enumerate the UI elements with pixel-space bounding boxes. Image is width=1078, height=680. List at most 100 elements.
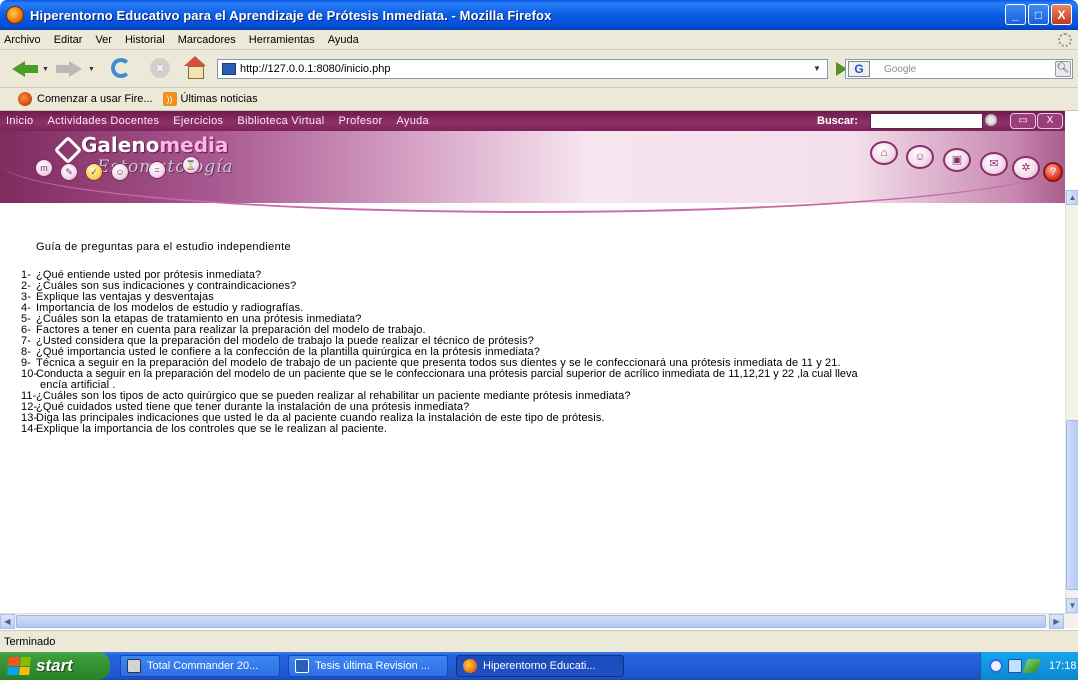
reload-button[interactable] [111,58,131,78]
stop-button[interactable]: × [150,58,170,78]
site-nav-inicio[interactable]: Inicio [6,115,33,127]
bookmark-latest-news[interactable]: )) Últimas noticias [162,92,258,106]
logo-title-b: media [159,133,229,157]
back-history-dropdown-icon[interactable]: ▼ [42,66,49,73]
menu-ver[interactable]: Ver [95,34,112,46]
site-banner: Galenomedia Estomatología m ✎ ✓ ☺ = ⌛ ⌂ … [0,131,1065,213]
site-window-button[interactable]: ▭ [1010,113,1036,129]
taskbar-item-firefox[interactable]: Hiperentorno Educati... [456,655,624,677]
search-box[interactable]: G Google 🔍︎ [845,59,1073,79]
site-nav-profesor[interactable]: Profesor [338,115,382,127]
question-list: 1- ¿Qué entiende usted por prótesis inmed… [21,270,1065,435]
site-search-label: Buscar: [817,115,858,127]
status-bar: Terminado [0,630,1078,652]
site-nav-ejercicios[interactable]: Ejercicios [173,115,223,127]
site-mail-icon[interactable]: ✉ [980,152,1008,176]
search-magnifier-icon[interactable]: 🔍︎ [1055,61,1071,77]
window-controls: _ □ X [1005,4,1072,25]
site-tool-2-icon[interactable]: ✎ [60,163,78,181]
taskbar-item-label: Hiperentorno Educati... [483,660,596,672]
menu-marcadores[interactable]: Marcadores [178,34,236,46]
site-tool-6-icon[interactable]: ⌛ [182,156,200,174]
tray-network-icon[interactable] [989,659,1003,673]
bookmark-getting-started[interactable]: Comenzar a usar Fire... [18,92,153,106]
minimize-button[interactable]: _ [1005,4,1026,25]
horizontal-scroll-thumb[interactable] [16,615,1046,628]
search-engine-selector[interactable]: G [848,61,870,77]
horizontal-scrollbar[interactable]: ◀ ▶ [0,613,1078,629]
url-dropdown-icon[interactable]: ▼ [809,61,825,77]
maximize-button[interactable]: □ [1028,4,1049,25]
forward-button[interactable] [56,57,82,79]
tray-monitor-icon[interactable] [1008,659,1022,673]
site-nav-actividades-docentes[interactable]: Actividades Docentes [47,115,159,127]
question-item: 14-Explique la importancia de los contro… [21,424,1065,435]
scroll-left-button[interactable]: ◀ [0,614,15,629]
home-button[interactable] [183,56,207,79]
main-content: Guía de preguntas para el estudio indepe… [0,203,1065,613]
site-nav-ayuda[interactable]: Ayuda [396,115,429,127]
rss-icon: )) [162,92,177,106]
site-tools-icon[interactable]: ✲ [1012,156,1040,180]
logo-diamond-icon [55,138,77,156]
vertical-scroll-thumb[interactable] [1066,420,1078,590]
search-input[interactable]: Google [884,64,916,75]
site-tool-4-icon[interactable]: ☺ [111,163,129,181]
question-item: 10-Conducta a seguir en la preparación d… [21,369,1065,380]
navigation-toolbar: ▼ ▼ × http://127.0.0.1:8080/inicio.php ▼… [0,50,1078,88]
site-search-input[interactable] [870,113,983,129]
url-bar[interactable]: http://127.0.0.1:8080/inicio.php ▼ [217,59,828,79]
firefox-bookmark-icon [18,92,32,106]
bookmark-label: Comenzar a usar Fire... [37,93,153,105]
status-text: Terminado [4,636,56,648]
windows-flag-icon [7,657,31,675]
page-viewport: Inicio Actividades Docentes Ejercicios B… [0,111,1065,613]
menu-historial[interactable]: Historial [125,34,165,46]
site-tool-1-icon[interactable]: m [35,159,53,177]
site-users-icon[interactable]: ☺ [906,145,934,169]
taskbar-item-label: Total Commander 20... [147,660,259,672]
menu-bar: Archivo Editar Ver Historial Marcadores … [0,30,1078,50]
page-favicon-icon [222,63,236,75]
window-titlebar[interactable]: Hiperentorno Educativo para el Aprendiza… [0,0,1078,30]
taskbar-item-total-commander[interactable]: Total Commander 20... [120,655,280,677]
site-tool-5-icon[interactable]: = [148,161,166,179]
question-text: Explique la importancia de los controles… [36,423,388,435]
site-search-icon[interactable] [985,114,997,126]
taskbar-item-word-document[interactable]: Tesis última Revision ... [288,655,448,677]
taskbar-item-label: Tesis última Revision ... [315,660,430,672]
start-button[interactable]: start [0,652,110,680]
firefox-icon [463,659,477,673]
site-navigation: Inicio Actividades Docentes Ejercicios B… [0,111,1065,131]
tray-security-icon[interactable] [1022,659,1042,673]
menu-herramientas[interactable]: Herramientas [249,34,315,46]
question-text: Conducta a seguir en la preparación del … [36,368,858,380]
firefox-icon [6,6,24,24]
question-number: 10- [21,368,38,380]
site-close-button[interactable]: X [1037,113,1063,129]
scroll-down-button[interactable]: ▼ [1066,598,1078,613]
site-nav-biblioteca-virtual[interactable]: Biblioteca Virtual [237,115,324,127]
logo-title: Galenomedia [81,133,228,157]
site-home-icon[interactable]: ⌂ [870,141,898,165]
url-text[interactable]: http://127.0.0.1:8080/inicio.php [240,63,390,75]
menu-archivo[interactable]: Archivo [4,34,41,46]
menu-editar[interactable]: Editar [54,34,83,46]
throbber-icon [1058,33,1072,47]
start-label: start [36,656,73,675]
scroll-right-button[interactable]: ▶ [1049,614,1064,629]
site-help-icon[interactable]: ? [1043,162,1063,182]
windows-taskbar: start Total Commander 20... Tesis última… [0,652,1078,680]
system-tray: 17:18 [980,652,1078,680]
site-save-icon[interactable]: ▣ [943,148,971,172]
taskbar-clock: 17:18 [1049,660,1077,672]
scroll-up-button[interactable]: ▲ [1066,190,1078,205]
word-icon [295,659,309,673]
close-button[interactable]: X [1051,4,1072,25]
vertical-scrollbar[interactable]: ▲ ▼ [1065,190,1078,613]
site-tool-3-icon[interactable]: ✓ [85,163,103,181]
menu-ayuda[interactable]: Ayuda [328,34,359,46]
question-number: 14- [21,423,38,435]
forward-history-dropdown-icon[interactable]: ▼ [88,66,95,73]
back-button[interactable] [12,57,38,79]
